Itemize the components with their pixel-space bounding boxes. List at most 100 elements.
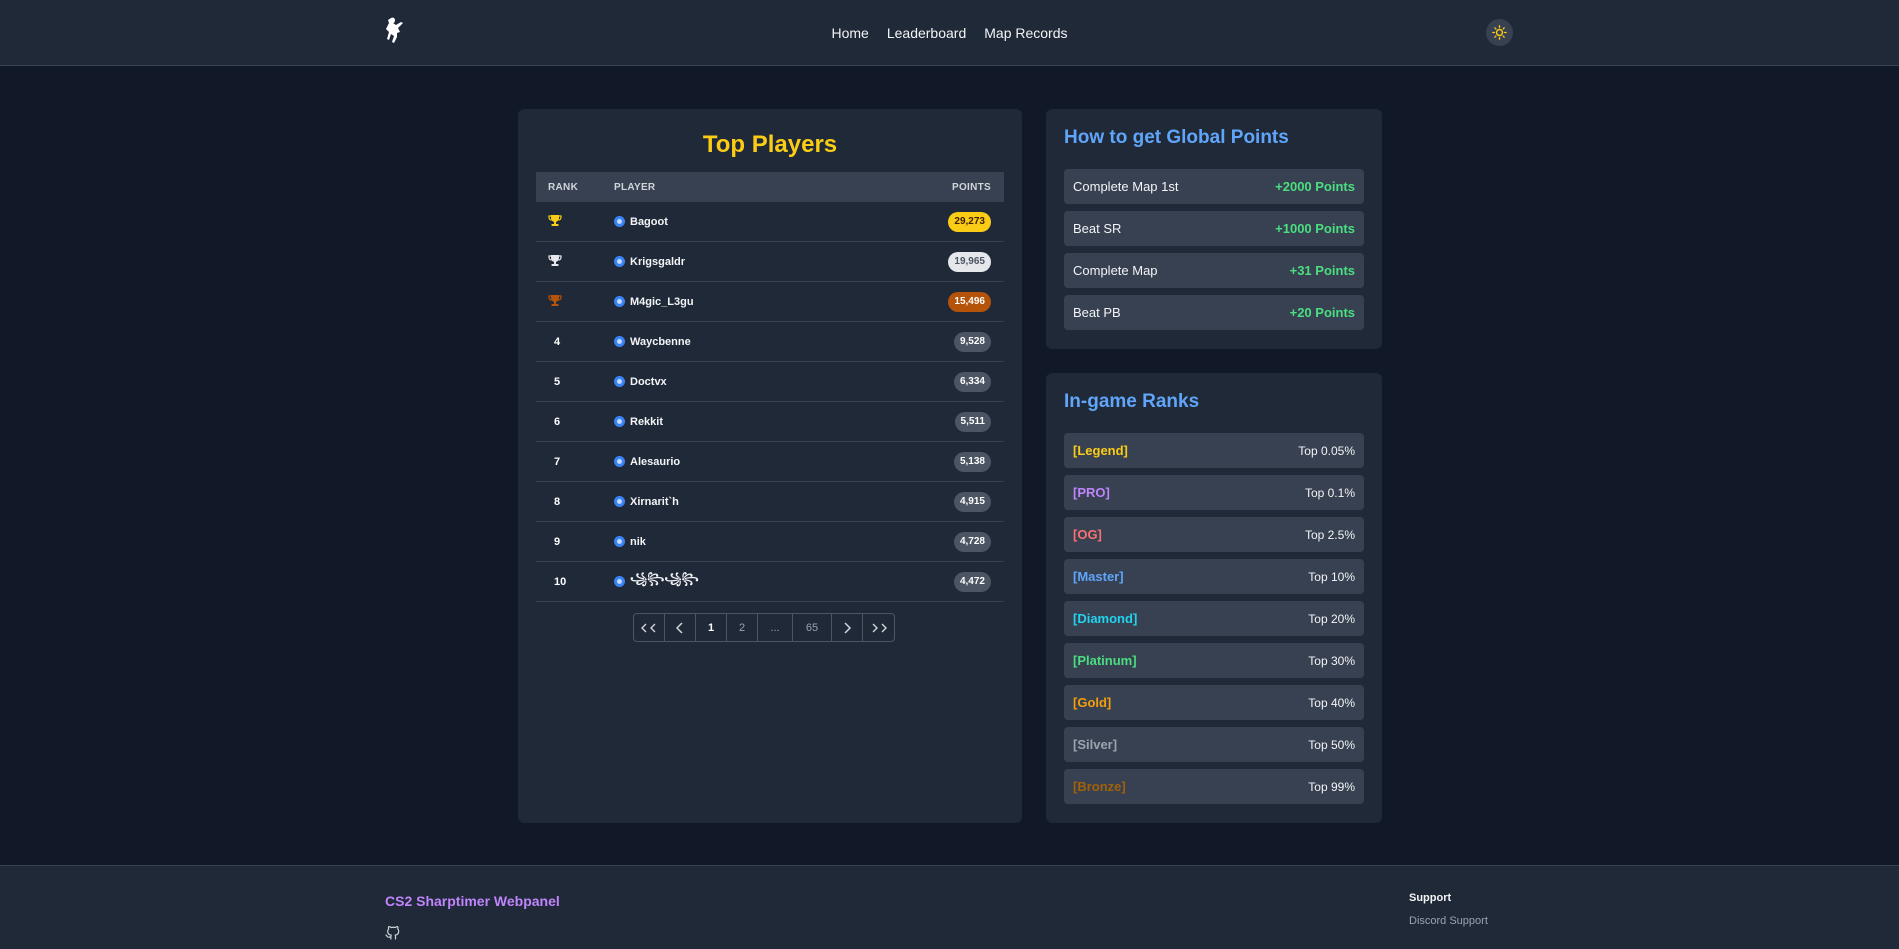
player-name: Doctvx — [630, 375, 667, 388]
table-row: 9 nik 4,728 — [536, 522, 1004, 562]
table-row: 6 Rekkit 5,511 — [536, 402, 1004, 442]
rank-tier-item: [Silver] Top 50% — [1064, 727, 1364, 762]
rank-tier-label: [Legend] — [1073, 443, 1128, 458]
steam-icon — [614, 496, 625, 507]
points-rule-value: +1000 Points — [1275, 221, 1355, 236]
rank-cell: 4 — [554, 335, 561, 348]
rank-tier-item: [Master] Top 10% — [1064, 559, 1364, 594]
steam-icon — [614, 216, 625, 227]
steam-icon — [614, 256, 625, 267]
footer: CS2 Sharptimer Webpanel Support Discord … — [0, 865, 1899, 949]
last-page-button[interactable] — [863, 614, 894, 641]
table-header: RANK PLAYER POINTS — [536, 172, 1004, 202]
points-badge: 5,511 — [954, 411, 991, 432]
points-rule-item: Beat SR +1000 Points — [1064, 211, 1364, 246]
ingame-ranks-list: [Legend] Top 0.05% [PRO] Top 0.1% [OG] Top 2.… — [1064, 433, 1364, 811]
page-1-button[interactable]: 1 — [696, 614, 727, 641]
points-cell: 4,472 — [904, 571, 1004, 592]
points-cell: 4,915 — [904, 491, 1004, 512]
points-rule-label: Beat PB — [1073, 305, 1121, 320]
discord-support-link[interactable]: Discord Support — [1409, 915, 1488, 927]
player-link[interactable]: Rekkit — [614, 416, 904, 428]
page-2-button[interactable]: 2 — [727, 614, 758, 641]
player-link[interactable]: nik — [614, 536, 904, 548]
table-row: 4 Waycbenne 9,528 — [536, 322, 1004, 362]
table-body: Bagoot 29,273 Krigsgaldr 19,965 M4gic_L3gu 15… — [536, 202, 1004, 602]
prev-page-button[interactable] — [665, 614, 696, 641]
rank-tier-item: [Bronze] Top 99% — [1064, 769, 1364, 804]
player-name: Rekkit — [630, 415, 664, 428]
points-badge: 19,965 — [948, 251, 991, 272]
points-rule-value: +20 Points — [1289, 305, 1355, 320]
points-rule-item: Complete Map 1st +2000 Points — [1064, 169, 1364, 204]
points-badge: 4,472 — [953, 571, 991, 592]
rank-tier-threshold: Top 10% — [1308, 569, 1355, 584]
rank-tier-threshold: Top 99% — [1308, 779, 1355, 794]
column-header-player: PLAYER — [614, 181, 656, 193]
player-link[interactable]: Alesaurio — [614, 456, 904, 468]
player-name: Krigsgaldr — [630, 255, 686, 268]
column-header-points: POINTS — [951, 181, 991, 193]
player-name: Bagoot — [630, 215, 668, 228]
rank-tier-threshold: Top 2.5% — [1304, 527, 1355, 542]
table-row: M4gic_L3gu 15,496 — [536, 282, 1004, 322]
rank-tier-item: [Legend] Top 0.05% — [1064, 433, 1364, 468]
chevron-left-icon — [675, 621, 683, 634]
nav-map-records[interactable]: Map Records — [984, 25, 1067, 41]
player-name: nik — [630, 535, 646, 548]
nav-home[interactable]: Home — [831, 25, 868, 41]
trophy-icon — [548, 254, 562, 266]
global-points-card: How to get Global Points Complete Map 1s… — [1046, 109, 1382, 349]
next-page-button[interactable] — [832, 614, 863, 641]
points-badge: 29,273 — [948, 211, 991, 232]
player-name: M4gic_L3gu — [630, 295, 694, 308]
player-link[interactable]: Waycbenne — [614, 336, 904, 348]
player-name: Xirnarit`h — [630, 495, 679, 508]
top-navbar: Home Leaderboard Map Records — [0, 0, 1899, 66]
player-link[interactable]: M4gic_L3gu — [614, 296, 904, 308]
page-ellipsis: ... — [758, 614, 793, 641]
points-rule-label: Complete Map — [1073, 263, 1158, 278]
player-link[interactable]: Krigsgaldr — [614, 256, 904, 268]
points-badge: 9,528 — [953, 331, 991, 352]
double-chevron-left-icon — [641, 623, 656, 632]
table-row: 8 Xirnarit`h 4,915 — [536, 482, 1004, 522]
nav-leaderboard[interactable]: Leaderboard — [887, 25, 966, 41]
steam-icon — [614, 416, 625, 427]
main-nav: Home Leaderboard Map Records — [0, 0, 1899, 66]
github-icon[interactable] — [385, 924, 401, 940]
player-link[interactable]: Bagoot — [614, 216, 904, 228]
points-rule-value: +2000 Points — [1275, 179, 1355, 194]
footer-support-heading: Support — [1409, 892, 1452, 904]
rank-tier-item: [Gold] Top 40% — [1064, 685, 1364, 720]
sun-icon — [1492, 25, 1507, 40]
points-cell: 6,334 — [904, 371, 1004, 392]
player-link[interactable]: Doctvx — [614, 376, 904, 388]
first-page-button[interactable] — [634, 614, 665, 641]
rank-tier-label: [Bronze] — [1073, 779, 1126, 794]
rank-tier-label: [Platinum] — [1073, 653, 1137, 668]
player-name: Alesaurio — [630, 455, 681, 468]
rank-tier-item: [OG] Top 2.5% — [1064, 517, 1364, 552]
points-badge: 4,915 — [953, 491, 991, 512]
steam-icon — [614, 336, 625, 347]
table-row: 5 Doctvx 6,334 — [536, 362, 1004, 402]
player-name: Waycbenne — [630, 335, 691, 348]
table-row: 7 Alesaurio 5,138 — [536, 442, 1004, 482]
pagination: 1 2 ... 65 — [633, 613, 895, 642]
points-cell: 29,273 — [904, 211, 1004, 232]
trophy-icon — [548, 294, 562, 306]
page-65-button[interactable]: 65 — [793, 614, 832, 641]
global-points-list: Complete Map 1st +2000 Points Beat SR +1000… — [1064, 169, 1364, 337]
theme-toggle-button[interactable] — [1486, 19, 1513, 46]
rank-cell: 8 — [554, 495, 561, 508]
rank-cell: 5 — [554, 375, 561, 388]
points-cell: 9,528 — [904, 331, 1004, 352]
rank-tier-label: [Gold] — [1073, 695, 1112, 710]
rank-tier-threshold: Top 20% — [1308, 611, 1355, 626]
player-link[interactable]: Xirnarit`h — [614, 496, 904, 508]
player-link[interactable]: ꧁꧂꧁꧂ — [614, 571, 904, 593]
rank-cell: 10 — [554, 575, 567, 588]
rank-tier-item: [PRO] Top 0.1% — [1064, 475, 1364, 510]
double-chevron-right-icon — [872, 623, 887, 632]
